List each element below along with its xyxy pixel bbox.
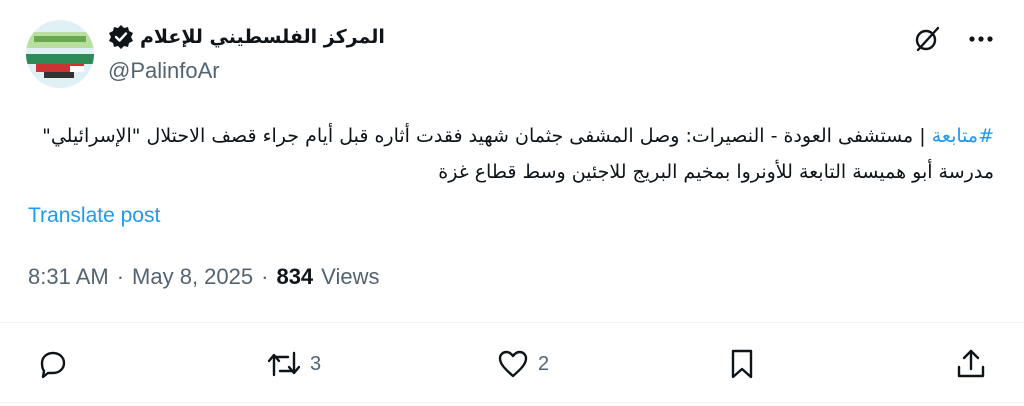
author-display-name-row: المركز الفلسطيني للإعلام xyxy=(108,24,385,50)
reply-button[interactable] xyxy=(36,347,78,381)
author-avatar[interactable] xyxy=(26,20,94,88)
hashtag-link[interactable]: #متابعة xyxy=(932,125,994,147)
like-button[interactable]: 2 xyxy=(496,347,549,381)
retweet-icon xyxy=(267,351,301,377)
bookmark-button[interactable] xyxy=(727,347,757,381)
more-options-button[interactable] xyxy=(966,24,996,54)
views-count: 834 xyxy=(276,264,314,289)
meta-separator: · xyxy=(116,264,125,289)
author-name[interactable]: المركز الفلسطيني للإعلام xyxy=(140,26,385,48)
tweet-text: #متابعة | مستشفى العودة - النصيرات: وصل … xyxy=(26,118,994,190)
author-handle[interactable]: @PalinfoAr xyxy=(108,58,220,84)
palinfo-logo xyxy=(26,20,94,88)
share-button[interactable] xyxy=(955,347,987,381)
divider xyxy=(0,322,1024,323)
grok-icon xyxy=(915,26,940,52)
retweet-button[interactable]: 3 xyxy=(266,347,321,381)
like-count: 2 xyxy=(538,352,550,375)
bookmark-icon xyxy=(731,349,753,379)
tweet-date[interactable]: May 8, 2025 xyxy=(132,264,253,290)
views-label: Views xyxy=(321,264,380,289)
grok-button[interactable] xyxy=(912,24,942,54)
tweet-meta: 8:31 AM · May 8, 2025 · 834 Views xyxy=(28,264,379,290)
more-horizontal-icon xyxy=(969,36,993,42)
verified-badge-icon xyxy=(108,24,134,50)
retweet-count: 3 xyxy=(310,352,322,375)
tweet-time[interactable]: 8:31 AM xyxy=(28,264,109,290)
translate-post-link[interactable]: Translate post xyxy=(28,204,160,228)
share-icon xyxy=(957,349,985,378)
reply-icon xyxy=(40,351,66,379)
meta-separator: · xyxy=(261,264,269,289)
tweet-body: | مستشفى العودة - النصيرات: وصل المشفى ج… xyxy=(42,125,994,183)
heart-icon xyxy=(498,350,528,378)
divider xyxy=(0,402,1024,403)
tweet-top-actions xyxy=(912,24,996,54)
